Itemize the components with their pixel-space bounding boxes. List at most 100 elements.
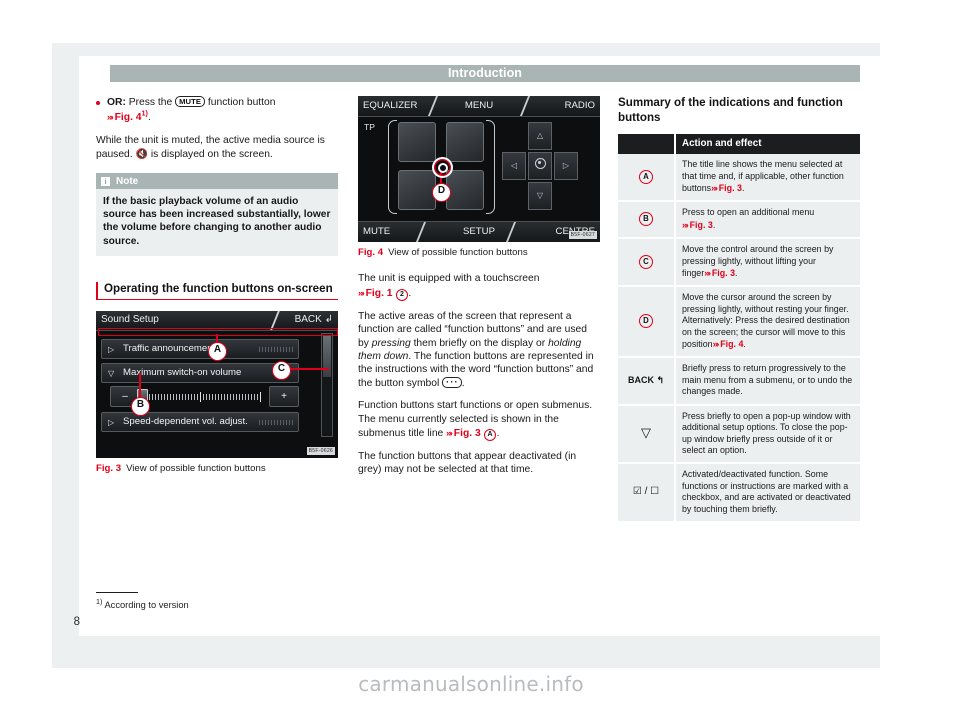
note-title: Note (116, 175, 139, 187)
screen4-top-bar: EQUALIZER MENU RADIO (358, 96, 600, 117)
screen4-menu-button[interactable]: MENU (465, 100, 493, 111)
screen4-equalizer-button[interactable]: EQUALIZER (363, 100, 417, 111)
screen4-brace-right-icon (486, 120, 495, 214)
row-text-back: Briefly press to return progressively to… (675, 357, 860, 406)
circled-letter-d: D (639, 314, 653, 329)
screen4-pad-1[interactable] (398, 122, 436, 162)
dpad-down-button[interactable]: ▽ (528, 182, 552, 210)
screen4-bottom-bar: MUTE SETUP CENTRE (358, 221, 600, 243)
figure-4-caption-text: View of possible function buttons (388, 247, 528, 259)
para2-italic-pressing: pressing (371, 337, 411, 349)
manual-page: Introduction 8 OR: Press the MUTE functi… (0, 0, 960, 708)
screen4-pad-3[interactable] (398, 170, 436, 210)
triangle-down-icon: ▽ (641, 424, 651, 440)
column-middle: EQUALIZER MENU RADIO TP △ ◁ ▷ ▽ D MUTE S… (358, 96, 600, 486)
mute-speaker-icon: 🔇 (135, 148, 148, 160)
reference-chevron-icon: »› (704, 267, 711, 279)
circled-letter-c: C (639, 254, 653, 269)
figure-4-image: EQUALIZER MENU RADIO TP △ ◁ ▷ ▽ D MUTE S… (358, 96, 600, 243)
plus-button[interactable]: + (269, 386, 299, 408)
row-symbol-c: C (618, 238, 676, 288)
row-reference[interactable]: Fig. 3 (712, 268, 735, 278)
chevron-down-icon: ▽ (108, 369, 115, 379)
row-reference[interactable]: Fig. 4 (720, 339, 743, 349)
dpad-right-button[interactable]: ▷ (554, 152, 578, 180)
figure-3-caption: Fig. 3 View of possible function buttons (96, 463, 338, 475)
screen4-pad-4[interactable] (446, 170, 484, 210)
disabled-indicator-icon (259, 347, 293, 353)
table-row: ▽ Press briefly to open a pop-up window … (618, 404, 860, 465)
reference-chevron-icon: »› (446, 427, 453, 439)
table-row: BACK ↰ Briefly press to return progressi… (618, 357, 860, 406)
screen4-radio-button[interactable]: RADIO (565, 100, 595, 111)
dpad-left-button[interactable]: ◁ (502, 152, 526, 180)
row-text: Move the cursor around the screen by pre… (682, 292, 850, 350)
figure-3-code: B5F-0626 (306, 446, 335, 455)
site-watermark: carmanualsonline.info (358, 672, 584, 696)
row-symbol-a: A (618, 154, 676, 203)
row-text-c: Move the control around the screen by pr… (675, 238, 860, 288)
back-arrow-icon: BACK ↰ (627, 374, 665, 385)
screen4-setup-button[interactable]: SETUP (463, 226, 495, 237)
function-button-symbol-keycap: ··· (442, 376, 462, 388)
period-1: . (147, 111, 151, 123)
scrollbar-thumb[interactable] (323, 335, 331, 378)
row-text: The title line shows the menu selected a… (682, 159, 844, 193)
paragraph-touchscreen-text: The unit is equipped with a touchscreen (358, 273, 540, 285)
section-heading-operating-function-buttons: Operating the function buttons on-screen (96, 281, 338, 301)
row-reference[interactable]: Fig. 3 (719, 183, 742, 193)
screen3-row-max-volume[interactable]: ▽ Maximum switch-on volume 6 (101, 363, 299, 384)
reference-fig3[interactable]: Fig. 3 (454, 428, 481, 439)
row-text-end: . (735, 268, 738, 279)
figure-3-caption-text: View of possible function buttons (126, 462, 266, 474)
paragraph-muted-source: While the unit is muted, the active medi… (96, 134, 338, 161)
chevron-right-icon: ▷ (108, 345, 115, 355)
screen4-top-divider-left (427, 96, 439, 116)
bullet-lead: OR: (107, 97, 126, 108)
bullet-dot-icon (96, 101, 100, 105)
summary-heading: Summary of the indications and function … (618, 96, 843, 124)
row-reference[interactable]: Fig. 3 (690, 220, 713, 230)
figure-4-code: B5F-0627 (568, 231, 597, 240)
row-text-end: . (743, 339, 746, 350)
ok-ring-icon (534, 158, 546, 169)
row-text-a: The title line shows the menu selected a… (675, 154, 860, 203)
reference-chevron-icon: »› (712, 338, 720, 350)
screen3-row-speed-dependent[interactable]: ▷ Speed-dependent vol. adjust. (101, 412, 299, 433)
screen4-dpad: △ ◁ ▷ ▽ (502, 122, 578, 210)
dpad-up-button[interactable]: △ (528, 122, 552, 150)
mute-keycap: MUTE (175, 96, 206, 108)
row-symbol-checkbox: ☑ / ☐ (618, 463, 676, 523)
slider-mid-tick (199, 392, 202, 403)
screen3-row-label: Traffic announcements (123, 343, 221, 355)
row-symbol-back: BACK ↰ (618, 357, 676, 406)
screen3-row-label: Speed-dependent vol. adjust. (123, 416, 248, 428)
para2-d: . (461, 377, 465, 389)
slider-end-tick (259, 392, 261, 403)
reference-chevron-icon: »› (711, 182, 718, 193)
table-header-action: Action and effect (675, 134, 860, 155)
row-text-end: . (712, 219, 716, 230)
column-right: Summary of the indications and function … (618, 96, 860, 523)
screen3-scrollbar[interactable] (321, 333, 333, 438)
figure-3-label: Fig. 3 (96, 462, 122, 474)
dpad-ok-button[interactable] (528, 152, 552, 180)
screen3-row-traffic[interactable]: ▷ Traffic announcements (101, 339, 299, 360)
screen4-brace-left-icon (388, 120, 397, 214)
footnote: 1) According to version (96, 592, 338, 611)
reference-chevron-icon: »› (107, 110, 114, 122)
reference-fig4[interactable]: Fig. 4 (115, 112, 142, 123)
paragraph-submenus: Function buttons start functions or open… (358, 399, 600, 442)
running-header-title: Introduction (447, 66, 523, 80)
row-symbol-b: B (618, 201, 676, 240)
screen4-mute-button[interactable]: MUTE (363, 226, 390, 237)
figure-4: EQUALIZER MENU RADIO TP △ ◁ ▷ ▽ D MUTE S… (358, 96, 600, 259)
reference-fig1[interactable]: Fig. 1 (366, 288, 393, 299)
period-2: . (408, 287, 412, 299)
slider-track[interactable] (143, 392, 261, 403)
row-text-d: Move the cursor around the screen by pre… (675, 286, 860, 359)
chevron-right-icon: ▷ (108, 418, 115, 428)
row-text-checkbox: Activated/deactivated function. Some fun… (675, 463, 860, 523)
screen4-pad-2[interactable] (446, 122, 484, 162)
screen3-back-button[interactable]: BACK ↲ (295, 314, 333, 325)
